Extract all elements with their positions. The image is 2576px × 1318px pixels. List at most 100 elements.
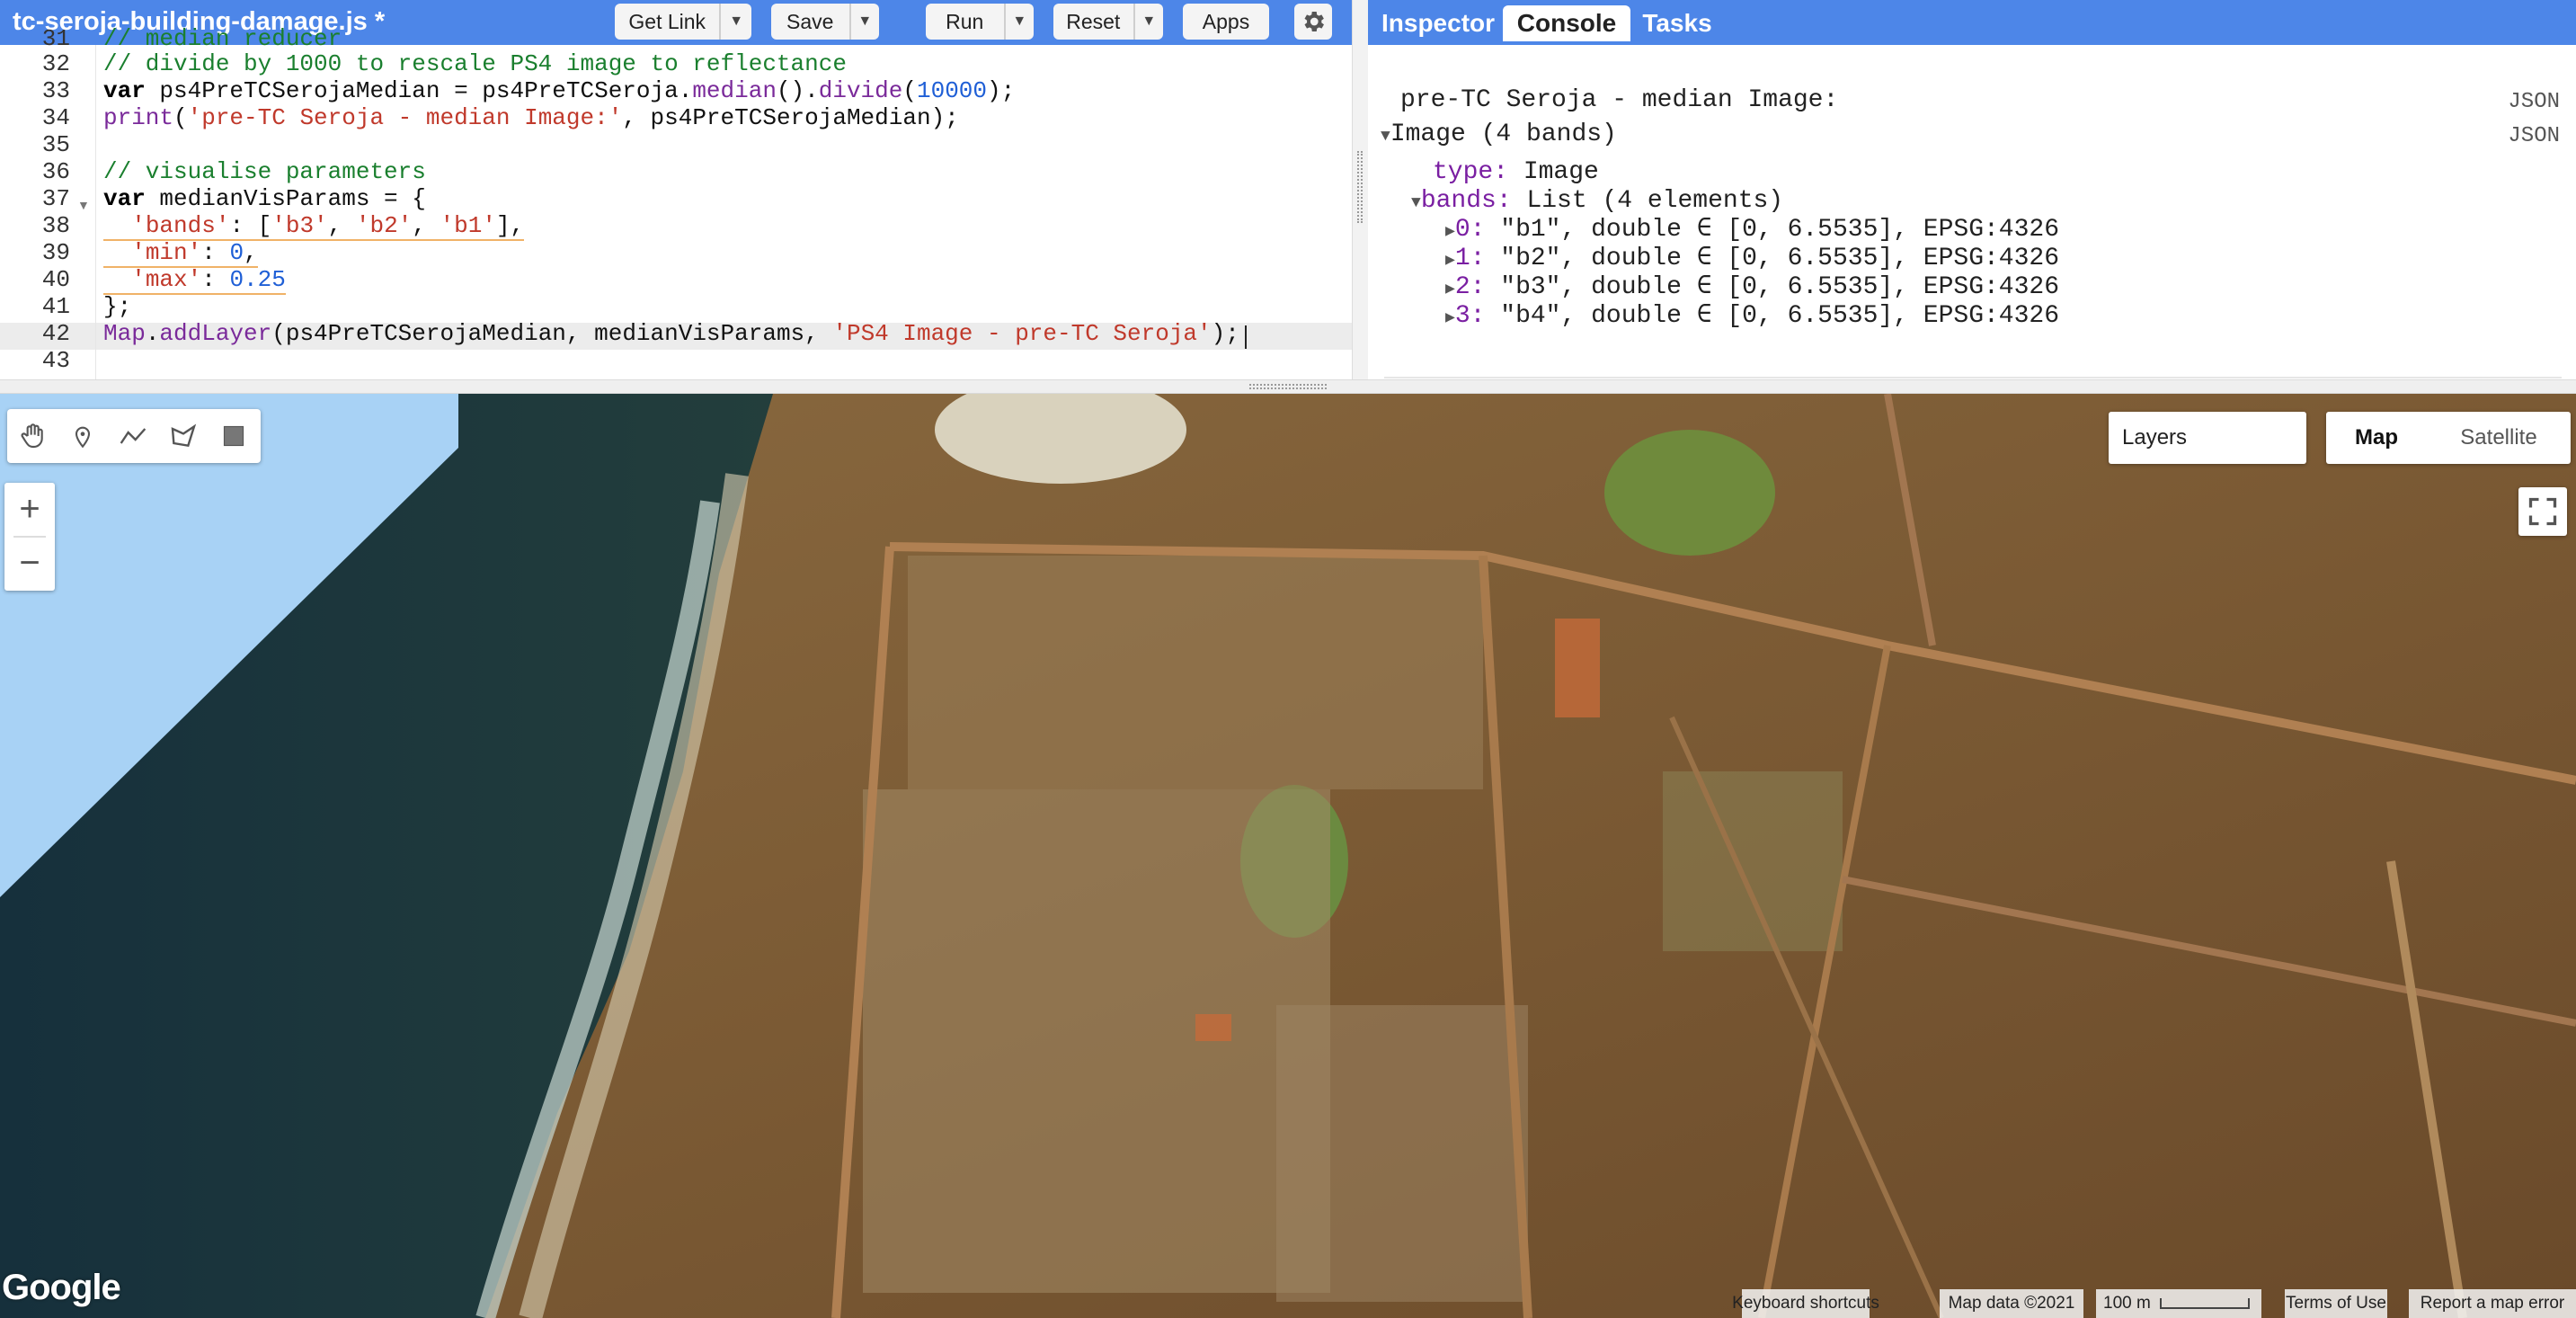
json-link-2[interactable]: JSON [2508, 124, 2560, 148]
code-token: ); [987, 77, 1016, 104]
code-line[interactable]: 35 [0, 131, 1352, 158]
code-token: 0 [229, 239, 244, 266]
polygon-icon [171, 423, 197, 448]
code-text[interactable]: // visualise parameters [103, 158, 426, 185]
report-map-error-link[interactable]: Report a map error [2409, 1289, 2576, 1318]
code-line[interactable]: 37 var medianVisParams = { [0, 185, 1352, 212]
code-line[interactable]: 34 print('pre-TC Seroja - median Image:',… [0, 104, 1352, 131]
code-line[interactable]: 38 'bands': ['b3', 'b2', 'b1'], [0, 212, 1352, 241]
code-token: ], [495, 212, 525, 239]
code-token: , [244, 239, 258, 266]
keyboard-shortcuts-link[interactable]: Keyboard shortcuts [1732, 1289, 1879, 1318]
marker-icon [75, 426, 91, 449]
code-text[interactable]: }; [103, 293, 131, 320]
console-divider [1384, 377, 2562, 378]
map-canvas[interactable] [0, 394, 2576, 1318]
expand-right-icon[interactable]: ▶ [1445, 252, 1455, 270]
code-text[interactable]: 'min': 0, [103, 239, 258, 268]
code-token: 'b2' [355, 212, 413, 239]
fullscreen-icon [2528, 497, 2557, 526]
tab-inspector[interactable]: Inspector [1377, 5, 1499, 41]
type-row: type: Image [1433, 158, 1599, 187]
terms-of-use-link[interactable]: Terms of Use [2285, 1289, 2387, 1318]
code-token: // visualise parameters [103, 158, 426, 185]
code-token: var [103, 77, 146, 104]
code-text[interactable]: // median reducer [103, 25, 342, 52]
horizontal-splitter-grip[interactable] [1249, 384, 1327, 389]
code-line[interactable]: 32 // divide by 1000 to rescale PS4 image… [0, 50, 1352, 77]
rectangle-icon [223, 425, 244, 447]
polygon-tool[interactable] [158, 409, 209, 463]
layers-button[interactable]: Layers [2109, 412, 2306, 464]
code-text[interactable]: var medianVisParams = { [103, 185, 426, 212]
band-row[interactable]: ▶1: "b2", double ∈ [0, 6.5535], EPSG:432… [1445, 245, 2059, 275]
code-line[interactable]: 36 // visualise parameters [0, 158, 1352, 185]
expand-down-icon[interactable]: ▼ [1411, 194, 1421, 212]
drawing-toolbar [7, 409, 261, 463]
code-line[interactable]: 31 // median reducer [0, 25, 1352, 52]
code-token: 'min' [131, 239, 202, 266]
google-logo[interactable]: Google [2, 1268, 121, 1308]
code-token: }; [103, 293, 132, 320]
band-desc: "b1", double ∈ [0, 6.5535], EPSG:4326 [1500, 216, 2060, 244]
json-link-1[interactable]: JSON [2508, 90, 2560, 114]
code-token: (ps4PreTCSerojaMedian, medianVisParams, [271, 320, 833, 347]
pan-tool[interactable] [7, 409, 58, 463]
code-line[interactable]: 43 [0, 347, 1352, 374]
image-label: Image (4 bands) [1390, 120, 1617, 148]
code-line[interactable]: 41}; [0, 293, 1352, 320]
code-text[interactable]: var ps4PreTCSerojaMedian = ps4PreTCSeroj… [103, 77, 1015, 104]
map-type-map-button[interactable]: Map [2326, 412, 2427, 464]
code-token: 'max' [131, 266, 202, 293]
expand-down-icon[interactable]: ▼ [1381, 128, 1390, 146]
code-line[interactable]: 42 Map.addLayer(ps4PreTCSerojaMedian, med… [0, 320, 1352, 347]
band-index: 1: [1454, 245, 1486, 272]
line-number: 36 [41, 158, 70, 185]
code-text[interactable]: Map.addLayer(ps4PreTCSerojaMedian, media… [103, 320, 1239, 347]
line-number: 41 [41, 293, 70, 320]
code-line[interactable]: 40 'max': 0.25 [0, 266, 1352, 295]
map-type-satellite-button[interactable]: Satellite [2427, 412, 2571, 464]
band-index: 2: [1454, 273, 1486, 301]
code-token: . [145, 320, 160, 347]
type-value: Image [1523, 158, 1599, 186]
fold-arrow-icon[interactable]: ▼ [77, 198, 90, 212]
tab-tasks[interactable]: Tasks [1634, 5, 1720, 41]
marker-tool[interactable] [58, 409, 108, 463]
text-cursor [1245, 325, 1247, 349]
band-row[interactable]: ▶2: "b3", double ∈ [0, 6.5535], EPSG:432… [1445, 273, 2059, 304]
console-print-label: pre-TC Seroja - median Image: [1400, 86, 1839, 114]
code-token: 'b3' [271, 212, 328, 239]
code-line[interactable]: 33 var ps4PreTCSerojaMedian = ps4PreTCSer… [0, 77, 1352, 104]
code-text[interactable]: 'bands': ['b3', 'b2', 'b1'], [103, 212, 525, 241]
band-row[interactable]: ▶0: "b1", double ∈ [0, 6.5535], EPSG:432… [1445, 216, 2059, 246]
expand-right-icon[interactable]: ▶ [1445, 281, 1455, 298]
map-type-control: Map Satellite [2326, 412, 2571, 464]
zoom-out-button[interactable]: − [4, 537, 55, 589]
tab-console[interactable]: Console [1503, 5, 1630, 41]
code-token: median [692, 77, 777, 104]
fullscreen-button[interactable] [2518, 487, 2567, 536]
bands-tree-node[interactable]: ▼bands: List (4 elements) [1411, 187, 1783, 218]
line-number: 42 [41, 320, 70, 347]
code-token: Map [103, 320, 146, 347]
polyline-tool[interactable] [108, 409, 158, 463]
scale-bar: 100 m [2096, 1289, 2261, 1318]
vertical-splitter-grip[interactable] [1357, 151, 1363, 223]
code-text[interactable]: print('pre-TC Seroja - median Image:', p… [103, 104, 959, 131]
code-token: (). [776, 77, 819, 104]
band-row[interactable]: ▶3: "b4", double ∈ [0, 6.5535], EPSG:432… [1445, 302, 2059, 333]
expand-right-icon[interactable]: ▶ [1445, 223, 1455, 241]
hand-icon [21, 423, 43, 449]
expand-right-icon[interactable]: ▶ [1445, 309, 1455, 327]
code-token: addLayer [159, 320, 272, 347]
code-text[interactable]: 'max': 0.25 [103, 266, 286, 295]
image-tree-node[interactable]: ▼Image (4 bands) [1381, 120, 1617, 151]
zoom-in-button[interactable]: + [4, 483, 55, 535]
code-text[interactable]: // divide by 1000 to rescale PS4 image t… [103, 50, 847, 77]
rectangle-tool[interactable] [209, 409, 259, 463]
code-line[interactable]: 39 'min': 0, [0, 239, 1352, 268]
band-desc: "b3", double ∈ [0, 6.5535], EPSG:4326 [1500, 273, 2060, 301]
polyline-icon [120, 428, 147, 444]
